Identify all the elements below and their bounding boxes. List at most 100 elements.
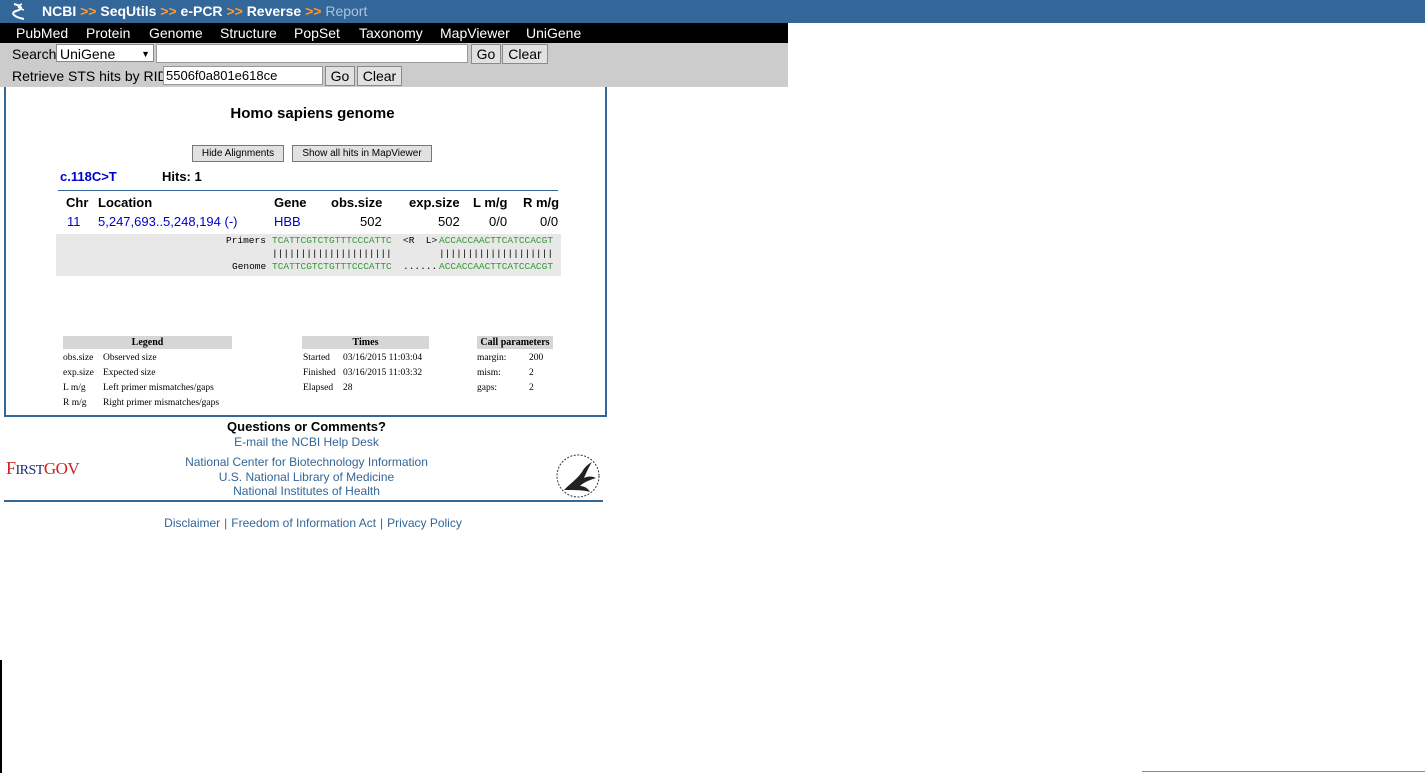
param-value: 200 <box>529 353 544 363</box>
link-separator: | <box>380 516 384 530</box>
database-select[interactable]: UniGene ▼ <box>56 44 154 62</box>
primer-right-seq: ACCACCAACTTCATCCACGT <box>439 235 554 246</box>
window-edge <box>1142 771 1425 772</box>
breadcrumb-separator: >> <box>226 3 243 19</box>
sts-name-link[interactable]: c.118C>T <box>60 169 117 184</box>
rid-bar: Retrieve STS hits by RID: 5506f0a801e618… <box>0 65 788 87</box>
nav-protein[interactable]: Protein <box>86 25 130 41</box>
chevron-down-icon: ▼ <box>141 49 150 59</box>
col-header-gene: Gene <box>274 195 307 210</box>
search-clear-button[interactable]: Clear <box>502 44 548 64</box>
ncbi-org-link[interactable]: National Center for Biotechnology Inform… <box>0 455 613 469</box>
times-key: Finished <box>303 368 336 378</box>
footer-divider <box>4 500 603 502</box>
genome-left-seq: TCATTCGTCTGTTTCCCATTC <box>272 261 392 272</box>
alignment-block: Primers TCATTCGTCTGTTTCCCATTC <R L> ACCA… <box>56 234 561 276</box>
hits-count: Hits: 1 <box>162 169 202 184</box>
breadcrumb-ncbi[interactable]: NCBI <box>42 3 76 19</box>
times-value: 03/16/2015 11:03:04 <box>343 353 423 363</box>
hit-location-link[interactable]: 5,247,693..5,248,194 (-) <box>98 214 238 229</box>
nav-pubmed[interactable]: PubMed <box>16 25 68 41</box>
col-header-rmg: R m/g <box>523 195 560 210</box>
hit-lmg: 0/0 <box>489 214 508 229</box>
firstgov-logo-f: F <box>6 458 16 478</box>
breadcrumb-epcr[interactable]: e-PCR <box>181 3 223 19</box>
search-go-button[interactable]: Go <box>471 44 501 64</box>
firstgov-logo-g: GOV <box>43 459 80 478</box>
nav-mapviewer[interactable]: MapViewer <box>440 25 510 41</box>
breadcrumb-current: Report <box>325 3 368 19</box>
hit-exp-size: 502 <box>438 214 460 229</box>
alignment-bars-right: |||||||||||||||||||| <box>439 248 554 259</box>
legend-header: Legend <box>63 336 232 349</box>
database-select-value: UniGene <box>60 46 116 62</box>
times-key: Elapsed <box>303 383 334 393</box>
param-key: mism: <box>477 368 501 378</box>
breadcrumb: NCBI >> SeqUtils >> e-PCR >> Reverse >> … <box>42 3 367 19</box>
primer-left-seq: TCATTCGTCTGTTTCCCATTC <box>272 235 392 246</box>
rid-go-button[interactable]: Go <box>325 66 355 86</box>
nav-structure[interactable]: Structure <box>220 25 277 41</box>
times-header: Times <box>302 336 429 349</box>
rid-label: Retrieve STS hits by RID: <box>12 68 172 84</box>
rid-clear-button[interactable]: Clear <box>357 66 402 86</box>
nih-org-link[interactable]: National Institutes of Health <box>0 484 613 498</box>
foia-link[interactable]: Freedom of Information Act <box>231 516 376 530</box>
legend-key: L m/g <box>63 383 86 393</box>
legend-desc: Right primer mismatches/gaps <box>103 398 220 408</box>
breadcrumb-sequtils[interactable]: SeqUtils <box>100 3 156 19</box>
genome-gap: ...... <box>403 261 438 272</box>
firstgov-logo[interactable]: FIRSTGOV <box>6 458 80 479</box>
param-value: 2 <box>529 368 534 378</box>
params-header: Call parameters <box>477 336 553 349</box>
genome-label: Genome <box>232 261 267 272</box>
email-helpdesk-link[interactable]: E-mail the NCBI Help Desk <box>0 435 613 449</box>
hit-gene-link[interactable]: HBB <box>274 214 301 229</box>
window-edge <box>0 660 2 773</box>
footer-links: Disclaimer | Freedom of Information Act | Pr… <box>0 516 626 530</box>
privacy-policy-link[interactable]: Privacy Policy <box>387 516 462 530</box>
rid-input[interactable]: 5506f0a801e618ce <box>163 66 323 85</box>
nlm-org-link[interactable]: U.S. National Library of Medicine <box>0 470 613 484</box>
nav-popset[interactable]: PopSet <box>294 25 340 41</box>
report-panel: Homo sapiens genome Hide Alignments Show… <box>4 87 607 417</box>
alignment-bars-left: ||||||||||||||||||||| <box>272 248 392 259</box>
col-header-exp-size: exp.size <box>409 195 460 210</box>
disclaimer-link[interactable]: Disclaimer <box>164 516 220 530</box>
genome-right-seq: ACCACCAACTTCATCCACGT <box>439 261 554 272</box>
col-header-lmg: L m/g <box>473 195 508 210</box>
col-header-obs-size: obs.size <box>331 195 383 210</box>
times-key: Started <box>303 353 330 363</box>
divider <box>58 190 558 191</box>
legend-key: exp.size <box>63 368 94 378</box>
hhs-eagle-icon[interactable] <box>554 452 602 500</box>
primers-label: Primers <box>226 235 266 246</box>
hit-chr-link[interactable]: 11 <box>67 214 81 229</box>
legend-key: R m/g <box>63 398 87 408</box>
times-value: 28 <box>343 383 353 393</box>
search-input[interactable] <box>156 44 468 63</box>
breadcrumb-separator: >> <box>160 3 177 19</box>
nav-unigene[interactable]: UniGene <box>526 25 581 41</box>
breadcrumb-reverse[interactable]: Reverse <box>247 3 302 19</box>
nav-taxonomy[interactable]: Taxonomy <box>359 25 423 41</box>
primer-direction: <R L> <box>403 235 438 246</box>
nav-genome[interactable]: Genome <box>149 25 203 41</box>
param-key: margin: <box>477 353 507 363</box>
hit-obs-size: 502 <box>360 214 382 229</box>
database-nav-bar: PubMed Protein Genome Structure PopSet T… <box>0 23 788 43</box>
legend-desc: Expected size <box>103 368 156 378</box>
search-bar: Search UniGene ▼ Go Clear <box>0 43 788 65</box>
firstgov-logo-irst: IRST <box>15 463 45 478</box>
hide-alignments-button[interactable]: Hide Alignments <box>192 145 284 162</box>
legend-desc: Observed size <box>103 353 157 363</box>
show-mapviewer-button[interactable]: Show all hits in MapViewer <box>292 145 432 162</box>
legend-desc: Left primer mismatches/gaps <box>103 383 214 393</box>
ncbi-helix-icon[interactable] <box>10 2 30 21</box>
col-header-location: Location <box>98 195 153 210</box>
col-header-chr: Chr <box>66 195 89 210</box>
questions-heading: Questions or Comments? <box>227 419 386 434</box>
times-value: 03/16/2015 11:03:32 <box>343 368 423 378</box>
param-key: gaps: <box>477 383 498 393</box>
breadcrumb-separator: >> <box>305 3 322 19</box>
